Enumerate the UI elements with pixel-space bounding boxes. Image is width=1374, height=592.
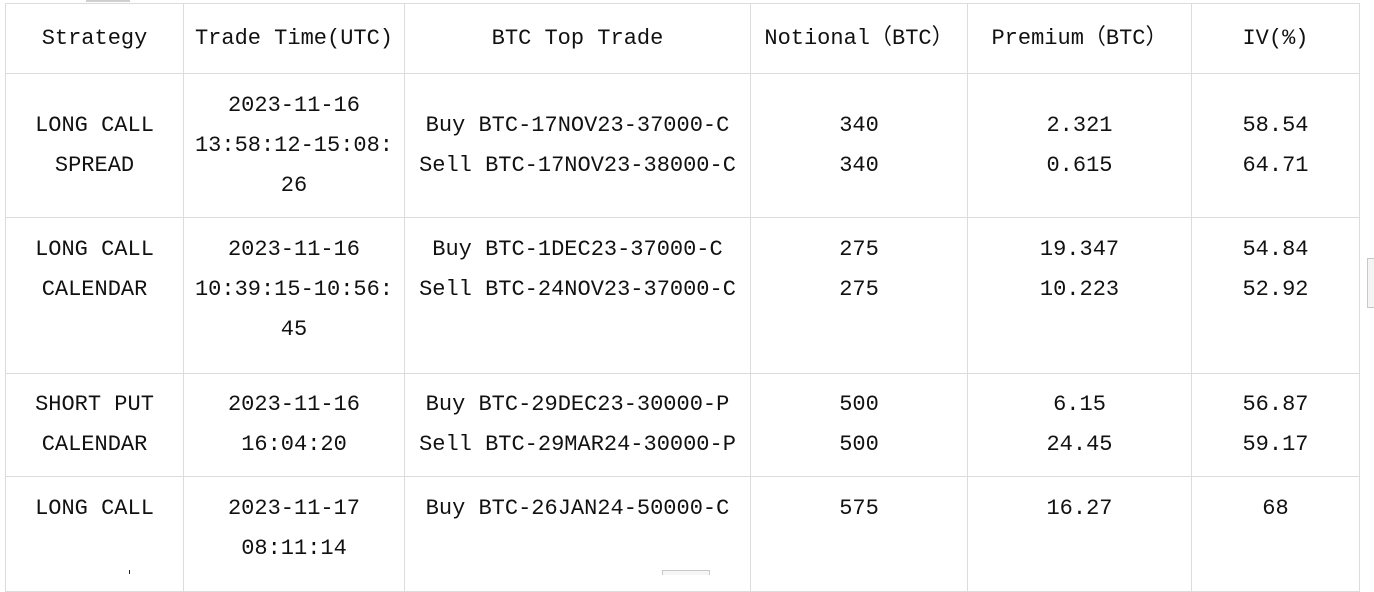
notional-value: 275 bbox=[839, 237, 879, 262]
premium-cell: 19.347 10.223 bbox=[967, 217, 1192, 374]
trade-time-cell: 2023-11-16 13:58:12-15:08: 26 bbox=[183, 73, 405, 218]
strategy-cell: SHORT PUT CALENDAR bbox=[5, 373, 184, 477]
strategy-cell: LONG CALL bbox=[5, 476, 184, 592]
trade-time-line: 08:11:14 bbox=[241, 536, 347, 561]
notional-cell: 340 340 bbox=[750, 73, 968, 218]
iv-cell: 56.87 59.17 bbox=[1191, 373, 1360, 477]
top-trade-line: Buy BTC-26JAN24-50000-C bbox=[425, 496, 730, 521]
cursor-mark bbox=[129, 570, 130, 574]
header-notional: Notional（BTC） bbox=[750, 3, 968, 74]
premium-cell: 16.27 bbox=[967, 476, 1192, 592]
header-top-trade: BTC Top Trade bbox=[404, 3, 751, 74]
trade-time-line: 2023-11-16 bbox=[227, 392, 361, 417]
iv-value: 59.17 bbox=[1242, 432, 1309, 457]
premium-cell: 2.321 0.615 bbox=[967, 73, 1192, 218]
strategy-line: CALENDAR bbox=[41, 432, 148, 457]
trade-time-line: 45 bbox=[280, 317, 308, 342]
notional-value: 340 bbox=[839, 112, 879, 138]
notional-value: 575 bbox=[839, 496, 879, 521]
header-trade-time: Trade Time(UTC) bbox=[183, 3, 405, 74]
scrollbar-handle[interactable] bbox=[1367, 258, 1374, 308]
table-row: LONG CALL SPREAD 2023-11-16 13:58:12-15:… bbox=[5, 73, 1360, 218]
iv-value: 56.87 bbox=[1242, 392, 1309, 417]
iv-value: 58.54 bbox=[1242, 112, 1309, 138]
sheet-tab-edge bbox=[86, 0, 130, 2]
table-row: LONG CALL CALENDAR 2023-11-16 10:39:15-1… bbox=[5, 217, 1360, 374]
notional-value: 500 bbox=[839, 392, 879, 417]
premium-value: 0.615 bbox=[1046, 152, 1113, 178]
iv-cell: 54.84 52.92 bbox=[1191, 217, 1360, 374]
top-trade-cell: Buy BTC-1DEC23-37000-C Sell BTC-24NOV23-… bbox=[404, 217, 751, 374]
top-trade-line: Sell BTC-29MAR24-30000-P bbox=[419, 432, 736, 457]
sheet-tab-stub[interactable] bbox=[662, 570, 710, 575]
trade-time-line: 16:04:20 bbox=[241, 432, 347, 457]
top-trade-line: Buy BTC-1DEC23-37000-C bbox=[432, 237, 723, 262]
notional-value: 275 bbox=[839, 277, 879, 302]
premium-value: 24.45 bbox=[1046, 432, 1113, 457]
top-trade-cell: Buy BTC-29DEC23-30000-P Sell BTC-29MAR24… bbox=[404, 373, 751, 477]
trade-time-line: 26 bbox=[280, 172, 308, 198]
top-trade-line: Sell BTC-17NOV23-38000-C bbox=[419, 152, 736, 178]
strategy-line: LONG CALL bbox=[35, 496, 154, 521]
strategy-cell: LONG CALL CALENDAR bbox=[5, 217, 184, 374]
trade-time-line: 2023-11-16 bbox=[227, 237, 361, 262]
notional-cell: 275 275 bbox=[750, 217, 968, 374]
trade-time-line: 13:58:12-15:08: bbox=[194, 132, 394, 158]
premium-cell: 6.15 24.45 bbox=[967, 373, 1192, 477]
iv-value: 64.71 bbox=[1242, 152, 1309, 178]
trade-time-cell: 2023-11-16 10:39:15-10:56: 45 bbox=[183, 217, 405, 374]
iv-value: 52.92 bbox=[1242, 277, 1309, 302]
strategy-line: LONG CALL bbox=[35, 237, 154, 262]
top-trade-line: Buy BTC-29DEC23-30000-P bbox=[425, 392, 730, 417]
iv-cell: 68 bbox=[1191, 476, 1360, 592]
block-trades-table: Strategy Trade Time(UTC) BTC Top Trade N… bbox=[5, 3, 1360, 592]
premium-value: 6.15 bbox=[1053, 392, 1106, 417]
trade-time-cell: 2023-11-16 16:04:20 bbox=[183, 373, 405, 477]
iv-cell: 58.54 64.71 bbox=[1191, 73, 1360, 218]
iv-value: 54.84 bbox=[1242, 237, 1309, 262]
strategy-line: LONG CALL bbox=[35, 112, 154, 138]
iv-value: 68 bbox=[1262, 496, 1289, 521]
header-strategy: Strategy bbox=[5, 3, 184, 74]
top-trade-cell: Buy BTC-17NOV23-37000-C Sell BTC-17NOV23… bbox=[404, 73, 751, 218]
trade-time-line: 2023-11-16 bbox=[227, 92, 361, 118]
strategy-line: SPREAD bbox=[54, 152, 135, 178]
trade-time-cell: 2023-11-17 08:11:14 bbox=[183, 476, 405, 592]
notional-cell: 500 500 bbox=[750, 373, 968, 477]
header-row: Strategy Trade Time(UTC) BTC Top Trade N… bbox=[5, 3, 1360, 74]
top-trade-line: Buy BTC-17NOV23-37000-C bbox=[425, 112, 730, 138]
trade-time-line: 10:39:15-10:56: bbox=[194, 277, 394, 302]
strategy-line: SHORT PUT bbox=[35, 392, 154, 417]
notional-value: 500 bbox=[839, 432, 879, 457]
notional-cell: 575 bbox=[750, 476, 968, 592]
trade-time-line: 2023-11-17 bbox=[227, 496, 361, 521]
premium-value: 10.223 bbox=[1039, 277, 1120, 302]
top-trade-line: Sell BTC-24NOV23-37000-C bbox=[419, 277, 736, 302]
strategy-cell: LONG CALL SPREAD bbox=[5, 73, 184, 218]
strategy-line: CALENDAR bbox=[41, 277, 148, 302]
table-row: SHORT PUT CALENDAR 2023-11-16 16:04:20 B… bbox=[5, 373, 1360, 477]
header-iv: IV(%) bbox=[1191, 3, 1360, 74]
notional-value: 340 bbox=[839, 152, 879, 178]
premium-value: 2.321 bbox=[1046, 112, 1113, 138]
header-premium: Premium（BTC） bbox=[967, 3, 1192, 74]
premium-value: 19.347 bbox=[1039, 237, 1120, 262]
premium-value: 16.27 bbox=[1046, 496, 1113, 521]
